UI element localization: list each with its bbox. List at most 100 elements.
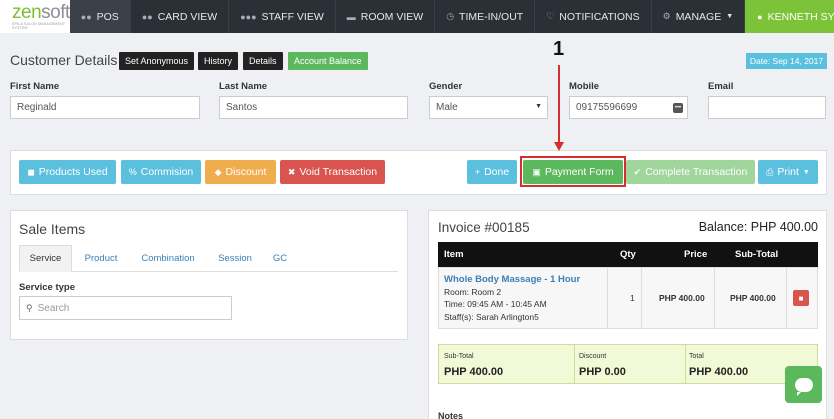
mobile-field[interactable]: 09175596699 ••• [569,96,688,119]
nav-staff-view-label: STAFF VIEW [261,10,324,23]
complete-transaction-button[interactable]: ✔ Complete Transaction [626,160,755,184]
select-arrow-icon: ▼ [535,103,542,110]
gender-value: Male [436,102,458,113]
chat-button[interactable] [785,366,822,403]
details-button[interactable]: Details [243,52,283,70]
subtotal-value: PHP 400.00 [444,366,504,378]
done-button[interactable]: + Done [467,160,517,184]
nav-pos[interactable]: ●● POS [69,0,131,33]
bell-icon: ♡ [546,11,555,21]
user-menu[interactable]: ● KENNETH SYTIAN [745,0,834,33]
service-search-input[interactable]: ⚲ Search [19,296,232,320]
sale-items-title: Sale Items [19,221,86,237]
nav-room-view-label: ROOM VIEW [360,10,424,23]
nav-manage[interactable]: ⚙ MANAGE ▼ [652,0,746,33]
top-navbar: zensoft SPA & SALON MANAGEMENT SYSTEM ●●… [0,0,834,33]
done-label: Done [484,166,510,178]
commission-label: Commision [140,166,194,178]
users-icon: ●● [141,11,153,22]
last-name-label: Last Name [219,81,268,92]
invoice-balance: Balance: PHP 400.00 [698,220,818,234]
subtotal-label: Sub-Total [444,353,474,360]
date-badge: Date: Sep 14, 2017 [746,53,827,69]
nav-staff-view[interactable]: ●●● STAFF VIEW [229,0,336,33]
total-value: PHP 400.00 [689,366,749,378]
col-price: Price [684,249,708,260]
search-placeholder: Search [37,302,70,314]
col-item: Item [444,249,464,260]
discount-button[interactable]: ◆ Discount [205,160,276,184]
bed-icon: ▬ [346,11,356,22]
caret-down-icon: ▼ [726,13,734,20]
complete-transaction-label: Complete Transaction [645,166,748,178]
first-name-value: Reginald [17,102,57,113]
nav-manage-label: MANAGE [675,10,722,23]
caret-down-icon: ▼ [802,168,810,176]
void-transaction-button[interactable]: ✖ Void Transaction [280,160,385,184]
payment-form-highlight [520,156,626,187]
close-icon: ✖ [287,166,296,177]
total-label: Total [689,353,704,360]
set-anonymous-button[interactable]: Set Anonymous [119,52,195,70]
tab-session[interactable]: Session [210,245,260,272]
discount-label: Discount [225,166,267,178]
last-name-value: Santos [226,102,258,113]
mobile-label: Mobile [569,81,600,92]
account-balance-button[interactable]: Account Balance [288,52,368,70]
tag-icon: ◆ [214,166,222,177]
plus-icon: + [474,167,481,177]
zensoft-logo[interactable]: zensoft SPA & SALON MANAGEMENT SYSTEM [0,0,70,33]
user-name: KENNETH SYTIAN [767,10,834,23]
discount-total-label: Discount [579,353,607,360]
tab-product[interactable]: Product [78,245,124,272]
products-used-label: Products Used [38,166,108,178]
nav-notifications[interactable]: ♡ NOTIFICATIONS [535,0,652,33]
annotation-step-number: 1 [553,38,565,60]
nav-time-in-out-label: TIME-IN/OUT [459,10,524,23]
first-name-field[interactable]: Reginald [10,96,200,119]
invoice-item-qty: 1 [630,293,635,303]
tab-service[interactable]: Service [19,245,72,272]
last-name-field[interactable]: Santos [219,96,408,119]
tab-gc[interactable]: GC [266,245,294,272]
more-dots-icon[interactable]: ••• [673,103,683,113]
invoice-item-staff: Staff(s): Sarah Arlington5 [444,312,539,322]
void-transaction-label: Void Transaction [299,166,378,178]
nav-notifications-label: NOTIFICATIONS [559,10,640,23]
logo-tagline: SPA & SALON MANAGEMENT SYSTEM [12,21,66,30]
users-icon: ●● [80,11,92,22]
email-field[interactable] [708,96,826,119]
annotation-arrow-line [558,65,560,145]
print-button[interactable]: ⎙ Print ▼ [758,160,818,184]
totals-box [438,344,818,384]
col-qty: Qty [620,249,636,260]
service-type-label: Service type [19,282,75,293]
nav-time-in-out[interactable]: ◷ TIME-IN/OUT [435,0,536,33]
invoice-item-time: Time: 09:45 AM - 10:45 AM [444,299,547,309]
customer-details-title: Customer Details [10,52,118,68]
search-icon: ⚲ [26,302,33,313]
gear-icon: ⚙ [662,11,671,21]
invoice-table-header: Item Qty Price Sub-Total [438,242,818,267]
nav-room-view[interactable]: ▬ ROOM VIEW [336,0,436,33]
print-label: Print [777,166,799,178]
cube-icon: ◼ [27,166,35,177]
delete-item-button[interactable]: ■ [793,290,809,306]
nav-card-view-label: CARD VIEW [157,10,218,23]
commission-button[interactable]: % Commision [121,160,201,184]
nav-card-view[interactable]: ●● CARD VIEW [131,0,230,33]
gender-label: Gender [429,81,463,92]
tab-combination[interactable]: Combination [134,245,202,272]
discount-total-value: PHP 0.00 [579,366,626,378]
check-icon: ✔ [633,166,642,177]
products-used-button[interactable]: ◼ Products Used [19,160,116,184]
trash-icon: ■ [798,293,804,303]
gender-select[interactable]: Male ▼ [429,96,548,119]
invoice-item-room: Room: Room 2 [444,287,502,297]
history-button[interactable]: History [198,52,239,70]
invoice-item-name[interactable]: Whole Body Massage - 1 Hour [444,274,580,285]
group-icon: ●●● [240,11,257,22]
logo-text-soft: soft [41,1,70,23]
email-label: Email [708,81,734,92]
notes-label: Notes [438,411,464,419]
